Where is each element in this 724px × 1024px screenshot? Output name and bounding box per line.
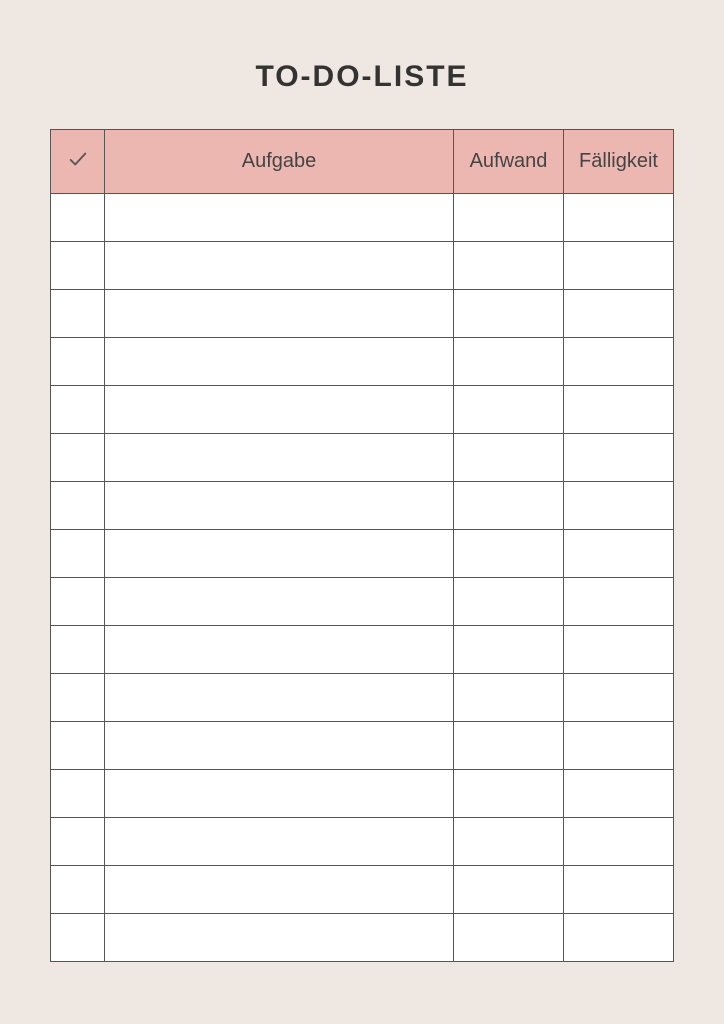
cell-check[interactable] xyxy=(51,626,105,674)
cell-effort[interactable] xyxy=(454,434,564,482)
cell-effort[interactable] xyxy=(454,914,564,962)
cell-due[interactable] xyxy=(564,674,674,722)
cell-due[interactable] xyxy=(564,530,674,578)
cell-check[interactable] xyxy=(51,818,105,866)
table-row xyxy=(51,770,674,818)
table-row xyxy=(51,338,674,386)
cell-effort[interactable] xyxy=(454,386,564,434)
cell-check[interactable] xyxy=(51,770,105,818)
table-row xyxy=(51,722,674,770)
cell-due[interactable] xyxy=(564,242,674,290)
cell-task[interactable] xyxy=(105,914,454,962)
col-header-task: Aufgabe xyxy=(105,130,454,194)
cell-task[interactable] xyxy=(105,290,454,338)
cell-check[interactable] xyxy=(51,386,105,434)
cell-effort[interactable] xyxy=(454,530,564,578)
cell-task[interactable] xyxy=(105,482,454,530)
cell-task[interactable] xyxy=(105,194,454,242)
cell-task[interactable] xyxy=(105,626,454,674)
cell-due[interactable] xyxy=(564,194,674,242)
table-header-row: Aufgabe Aufwand Fälligkeit xyxy=(51,130,674,194)
table-row xyxy=(51,818,674,866)
cell-task[interactable] xyxy=(105,338,454,386)
cell-due[interactable] xyxy=(564,290,674,338)
table-row xyxy=(51,914,674,962)
cell-due[interactable] xyxy=(564,578,674,626)
cell-task[interactable] xyxy=(105,578,454,626)
cell-check[interactable] xyxy=(51,674,105,722)
cell-check[interactable] xyxy=(51,338,105,386)
table-row xyxy=(51,290,674,338)
cell-due[interactable] xyxy=(564,482,674,530)
col-header-check xyxy=(51,130,105,194)
cell-due[interactable] xyxy=(564,338,674,386)
cell-task[interactable] xyxy=(105,866,454,914)
table-row xyxy=(51,194,674,242)
cell-effort[interactable] xyxy=(454,866,564,914)
table-row xyxy=(51,626,674,674)
cell-check[interactable] xyxy=(51,242,105,290)
cell-task[interactable] xyxy=(105,386,454,434)
cell-check[interactable] xyxy=(51,866,105,914)
cell-effort[interactable] xyxy=(454,242,564,290)
page-title: TO-DO-LISTE xyxy=(50,60,674,94)
cell-task[interactable] xyxy=(105,242,454,290)
cell-effort[interactable] xyxy=(454,290,564,338)
table-row xyxy=(51,386,674,434)
cell-task[interactable] xyxy=(105,674,454,722)
cell-check[interactable] xyxy=(51,578,105,626)
table-row xyxy=(51,242,674,290)
cell-task[interactable] xyxy=(105,434,454,482)
cell-check[interactable] xyxy=(51,290,105,338)
cell-task[interactable] xyxy=(105,530,454,578)
cell-effort[interactable] xyxy=(454,626,564,674)
page: TO-DO-LISTE Aufgabe Aufwand Fälligkeit xyxy=(0,0,724,1024)
cell-check[interactable] xyxy=(51,530,105,578)
table-row xyxy=(51,674,674,722)
cell-effort[interactable] xyxy=(454,770,564,818)
cell-effort[interactable] xyxy=(454,482,564,530)
cell-due[interactable] xyxy=(564,770,674,818)
cell-due[interactable] xyxy=(564,626,674,674)
cell-due[interactable] xyxy=(564,866,674,914)
cell-effort[interactable] xyxy=(454,674,564,722)
cell-effort[interactable] xyxy=(454,338,564,386)
cell-effort[interactable] xyxy=(454,818,564,866)
cell-task[interactable] xyxy=(105,722,454,770)
cell-effort[interactable] xyxy=(454,194,564,242)
cell-due[interactable] xyxy=(564,818,674,866)
cell-due[interactable] xyxy=(564,914,674,962)
cell-effort[interactable] xyxy=(454,722,564,770)
cell-check[interactable] xyxy=(51,914,105,962)
cell-check[interactable] xyxy=(51,194,105,242)
cell-task[interactable] xyxy=(105,818,454,866)
col-header-due: Fälligkeit xyxy=(564,130,674,194)
table-row xyxy=(51,482,674,530)
todo-table: Aufgabe Aufwand Fälligkeit xyxy=(50,129,674,962)
cell-check[interactable] xyxy=(51,482,105,530)
table-row xyxy=(51,530,674,578)
cell-check[interactable] xyxy=(51,434,105,482)
cell-effort[interactable] xyxy=(454,578,564,626)
table-row xyxy=(51,866,674,914)
cell-due[interactable] xyxy=(564,434,674,482)
cell-due[interactable] xyxy=(564,386,674,434)
col-header-effort: Aufwand xyxy=(454,130,564,194)
table-row xyxy=(51,434,674,482)
cell-task[interactable] xyxy=(105,770,454,818)
cell-check[interactable] xyxy=(51,722,105,770)
cell-due[interactable] xyxy=(564,722,674,770)
table-row xyxy=(51,578,674,626)
check-icon xyxy=(67,148,89,174)
